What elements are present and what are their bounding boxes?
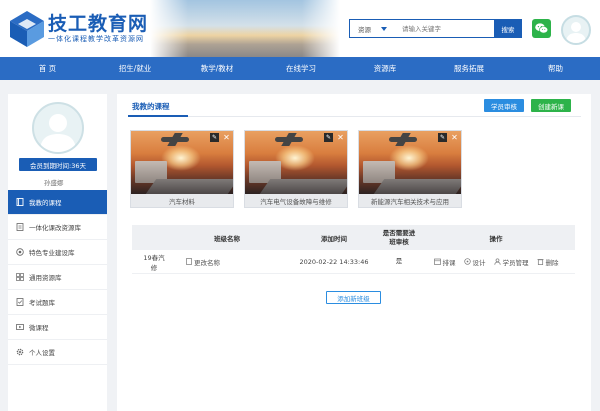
delete-button[interactable]: 删除	[537, 257, 559, 267]
edit-icon	[186, 258, 192, 265]
close-icon[interactable]: ✕	[336, 133, 345, 142]
nav-services[interactable]: 服务拓展	[427, 57, 511, 80]
trash-icon	[537, 259, 543, 265]
user-icon	[40, 114, 76, 152]
grid-icon	[16, 273, 24, 281]
student-review-button[interactable]: 学员审核	[484, 99, 524, 112]
course-title: 汽车电气设备故障与维修	[245, 194, 347, 207]
exam-icon	[16, 298, 24, 306]
sidebar: 会员到期时间:36天 孙盛娜 我教的课程 一体化课改资源库 特色专业建设库 通用…	[8, 94, 107, 411]
users-icon	[493, 258, 501, 265]
nav-enrollment[interactable]: 招生/就业	[95, 57, 175, 80]
design-icon	[463, 258, 471, 265]
membership-expiry-button[interactable]: 会员到期时间:36天	[19, 158, 97, 171]
table-header: 班级名称 添加时间 是否需要进班审核 操作	[132, 225, 575, 250]
plane-icon	[161, 137, 189, 142]
schedule-icon	[433, 258, 441, 265]
nav-online-learning[interactable]: 在线学习	[259, 57, 343, 80]
tab-my-courses[interactable]: 我教的课程	[132, 101, 170, 112]
create-course-button[interactable]: 创建新课	[531, 99, 571, 112]
sidebar-item-general-resources[interactable]: 通用资源库	[8, 265, 107, 290]
wechat-icon	[535, 23, 548, 34]
tab-divider	[128, 116, 581, 117]
course-card[interactable]: ✎ ✕ 汽车电气设备故障与维修	[244, 130, 348, 208]
design-button[interactable]: 设计	[463, 257, 486, 267]
course-title: 新能源汽车相关技术与应用	[359, 194, 461, 207]
search-type-label: 资源	[358, 25, 371, 34]
sidebar-item-personal-settings[interactable]: 个人设置	[8, 340, 107, 365]
plane-icon	[275, 137, 303, 142]
review-value: 是	[395, 257, 403, 265]
sidebar-item-label: 考试题库	[29, 299, 55, 307]
sidebar-item-exam-bank[interactable]: 考试题库	[8, 290, 107, 315]
sidebar-item-label: 通用资源库	[29, 274, 62, 282]
wechat-button[interactable]	[532, 19, 551, 38]
nav-help[interactable]: 帮助	[511, 57, 600, 80]
site-header: 技工教育网 一体化课程教学改革资源网 资源 搜索	[0, 0, 600, 57]
edit-icon[interactable]: ✎	[438, 133, 447, 142]
header-review: 是否需要进班审核	[382, 228, 416, 246]
sidebar-menu: 我教的课程 一体化课改资源库 特色专业建设库 通用资源库 考试题库 微课程 个人…	[8, 190, 107, 365]
tab-active-underline	[128, 115, 188, 117]
header-actions: 操作	[489, 234, 503, 243]
user-icon	[566, 22, 586, 43]
sidebar-item-integrated-resources[interactable]: 一体化课改资源库	[8, 215, 107, 240]
video-icon	[16, 324, 24, 330]
search-type-select[interactable]: 资源	[350, 24, 402, 34]
sidebar-item-my-courses[interactable]: 我教的课程	[8, 190, 107, 215]
nav-home[interactable]: 首 页	[0, 57, 95, 80]
nav-resources[interactable]: 资源库	[343, 57, 427, 80]
sidebar-item-label: 一体化课改资源库	[29, 224, 81, 232]
search-input[interactable]	[402, 21, 494, 36]
table-row: 19春汽修 更改名称 2020-02-22 14:33:46 是 排课 设计 学…	[132, 250, 575, 274]
site-subtitle: 一体化课程教学改革资源网	[48, 35, 144, 43]
sidebar-item-label: 特色专业建设库	[29, 249, 75, 257]
course-title: 汽车材料	[131, 194, 233, 207]
close-icon[interactable]: ✕	[222, 133, 231, 142]
course-card[interactable]: ✎ ✕ 新能源汽车相关技术与应用	[358, 130, 462, 208]
edit-icon[interactable]: ✎	[210, 133, 219, 142]
username: 孙盛娜	[44, 179, 64, 187]
sidebar-item-label: 微课程	[29, 324, 49, 332]
sidebar-item-label: 个人设置	[29, 349, 55, 357]
user-avatar[interactable]	[561, 15, 591, 45]
added-time: 2020-02-22 14:33:46	[299, 257, 369, 266]
plane-icon	[389, 137, 417, 142]
class-table: 班级名称 添加时间 是否需要进班审核 操作 19春汽修 更改名称 2020-02…	[132, 225, 575, 274]
course-card[interactable]: ✎ ✕ 汽车材料	[130, 130, 234, 208]
schedule-button[interactable]: 排课	[433, 257, 456, 267]
profile-avatar[interactable]	[32, 102, 84, 154]
main-panel: 我教的课程 学员审核 创建新课 ✎ ✕ 汽车材料 ✎ ✕ 汽车电气设备故障与维修…	[117, 94, 591, 411]
logo-icon[interactable]	[8, 9, 46, 49]
close-icon[interactable]: ✕	[450, 133, 459, 142]
sidebar-item-micro-courses[interactable]: 微课程	[8, 315, 107, 340]
header-banner	[150, 0, 340, 57]
rename-class-button[interactable]: 更改名称	[186, 257, 220, 267]
gear-icon	[16, 348, 24, 356]
add-class-button[interactable]: 添加新班级	[326, 291, 381, 304]
student-management-button[interactable]: 学员管理	[493, 257, 529, 267]
main-nav: 首 页 招生/就业 教学/教材 在线学习 资源库 服务拓展 帮助	[0, 57, 600, 80]
header-class-name: 班级名称	[214, 234, 240, 243]
book-icon	[16, 198, 24, 206]
sidebar-item-special-majors[interactable]: 特色专业建设库	[8, 240, 107, 265]
class-name: 19春汽修	[143, 253, 165, 272]
header-added-time: 添加时间	[321, 234, 347, 243]
search-box: 资源 搜索	[349, 19, 522, 38]
nav-teaching[interactable]: 教学/教材	[175, 57, 259, 80]
sidebar-item-label: 我教的课程	[29, 199, 62, 207]
document-icon	[16, 223, 24, 231]
site-title[interactable]: 技工教育网	[48, 9, 148, 36]
search-button[interactable]: 搜索	[494, 19, 522, 38]
edit-icon[interactable]: ✎	[324, 133, 333, 142]
target-icon	[16, 248, 24, 256]
caret-down-icon	[381, 26, 387, 31]
